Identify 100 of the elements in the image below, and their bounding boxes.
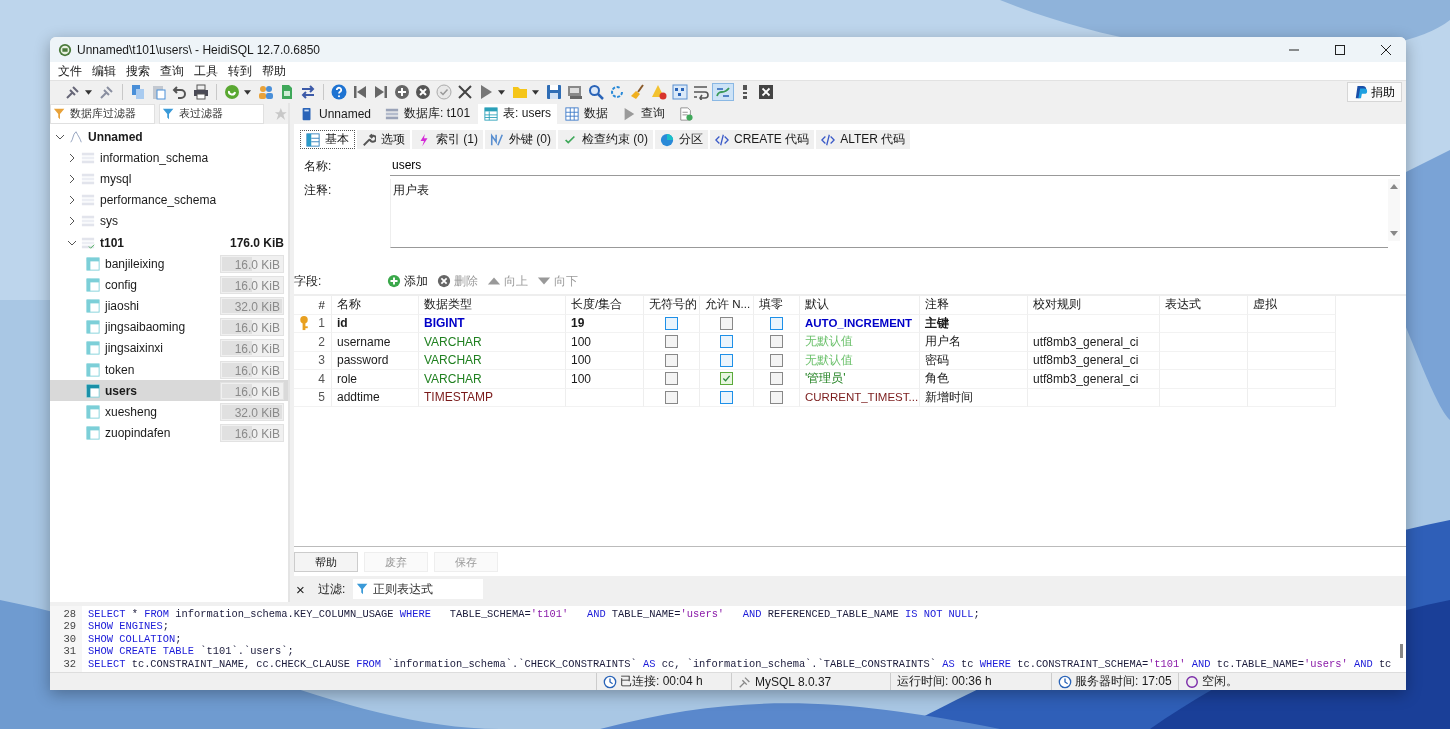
- chevron-icon[interactable]: [68, 174, 76, 183]
- tree-item[interactable]: Unnamed: [88, 129, 143, 144]
- row-number: 5: [318, 390, 325, 405]
- printer-icon[interactable]: [192, 83, 210, 101]
- warning-icon[interactable]: [650, 83, 668, 101]
- skip-back-icon[interactable]: [351, 83, 369, 101]
- search-icon[interactable]: [587, 83, 605, 101]
- tab[interactable]: Unnamed: [294, 103, 378, 124]
- tab[interactable]: CREATE 代码: [710, 130, 815, 149]
- tree-item[interactable]: token: [105, 362, 135, 377]
- tab[interactable]: 数据: [559, 103, 615, 124]
- copy-icon[interactable]: [129, 83, 147, 101]
- scrollbar[interactable]: [1388, 179, 1400, 241]
- format-icon[interactable]: [713, 84, 733, 100]
- clipboard-icon[interactable]: [150, 83, 168, 101]
- close-circle-icon[interactable]: [414, 83, 432, 101]
- caret-icon[interactable]: [498, 89, 505, 95]
- toolbar-button[interactable]: 添加: [385, 272, 430, 290]
- table-cell: 无默认值: [800, 333, 920, 352]
- tree-item[interactable]: jingsaibaoming: [105, 320, 186, 335]
- help-icon[interactable]: [330, 83, 348, 101]
- plus-icon[interactable]: [393, 83, 411, 101]
- caret-icon[interactable]: [85, 89, 92, 95]
- checkbox[interactable]: [720, 372, 733, 386]
- checkbox[interactable]: [720, 390, 733, 404]
- menu-item[interactable]: 帮助: [257, 62, 291, 80]
- chevron-icon[interactable]: [68, 153, 76, 162]
- tree-item[interactable]: users: [105, 383, 138, 398]
- column-header[interactable]: 校对规则: [1028, 296, 1160, 315]
- column-header[interactable]: 数据类型: [419, 296, 566, 315]
- tree-item[interactable]: xuesheng: [105, 405, 158, 420]
- checkbox[interactable]: [720, 353, 733, 367]
- users-icon[interactable]: [257, 83, 275, 101]
- column-header[interactable]: 注释: [920, 296, 1028, 315]
- caret-icon[interactable]: [244, 89, 251, 95]
- column-header[interactable]: 填零: [754, 296, 800, 315]
- tree-item[interactable]: mysql: [100, 171, 132, 186]
- tab[interactable]: 基本: [300, 130, 355, 149]
- check-icon[interactable]: [435, 83, 453, 101]
- tab[interactable]: ALTER 代码: [816, 130, 911, 149]
- star-icon[interactable]: [274, 106, 288, 121]
- tab[interactable]: 外键 (0): [485, 130, 556, 149]
- column-header[interactable]: 无符号的: [644, 296, 700, 315]
- tab[interactable]: 索引 (1): [412, 130, 483, 149]
- menu-item[interactable]: 查询: [155, 62, 189, 80]
- table-cell: 角色: [920, 370, 1028, 389]
- chevron-icon[interactable]: [68, 196, 76, 205]
- tree-item[interactable]: performance_schema: [100, 193, 217, 208]
- wrap-icon[interactable]: [692, 83, 710, 101]
- menu-item[interactable]: 文件: [53, 62, 87, 80]
- donate-button[interactable]: 捐助: [1347, 82, 1402, 102]
- column-header[interactable]: 虚拟: [1248, 296, 1336, 315]
- broom-icon[interactable]: [629, 83, 647, 101]
- tree-item[interactable]: jingsaixinxi: [105, 341, 164, 356]
- chevron-icon[interactable]: [56, 132, 64, 141]
- column-header[interactable]: 长度/集合: [566, 296, 644, 315]
- checkbox[interactable]: [720, 335, 733, 349]
- column-header[interactable]: 默认: [800, 296, 920, 315]
- tree-item[interactable]: zuopindafen: [105, 426, 171, 441]
- button[interactable]: 帮助: [294, 552, 358, 572]
- checkbox[interactable]: [665, 316, 678, 330]
- checkbox[interactable]: [770, 316, 783, 330]
- tab[interactable]: 表: users: [478, 103, 558, 124]
- tree-item[interactable]: config: [105, 277, 138, 292]
- tab[interactable]: 分区: [655, 130, 708, 149]
- chevron-icon[interactable]: [68, 238, 76, 247]
- save-icon[interactable]: [545, 83, 563, 101]
- skip-forward-icon[interactable]: [372, 83, 390, 101]
- menu-item[interactable]: 转到: [223, 62, 257, 80]
- tab[interactable]: 查询: [616, 103, 672, 124]
- tab[interactable]: 选项: [357, 130, 410, 149]
- tree-item[interactable]: t101: [100, 235, 125, 250]
- filter-field[interactable]: 表过滤器: [159, 103, 265, 124]
- caret-icon[interactable]: [532, 89, 539, 95]
- close-box-icon[interactable]: [757, 83, 775, 101]
- table-cell: VARCHAR: [419, 370, 566, 389]
- column-header[interactable]: 表达式: [1160, 296, 1248, 315]
- tree-item[interactable]: jiaoshi: [105, 299, 140, 314]
- column-header[interactable]: 名称: [332, 296, 419, 315]
- undo-icon[interactable]: [171, 83, 189, 101]
- scroll-up-icon[interactable]: [1390, 183, 1398, 189]
- tree-item[interactable]: banjileixing: [105, 256, 165, 271]
- column-header[interactable]: 允许 N...: [700, 296, 754, 315]
- filter-field[interactable]: 数据库过滤器: [50, 103, 156, 124]
- chevron-icon[interactable]: [68, 217, 76, 226]
- tree-item[interactable]: sys: [100, 214, 118, 229]
- menu-item[interactable]: 编辑: [87, 62, 121, 80]
- arrows-icon[interactable]: [299, 83, 317, 101]
- column-header[interactable]: #: [294, 296, 332, 315]
- tree-item[interactable]: information_schema: [100, 150, 209, 165]
- close-filter-button[interactable]: ×: [294, 580, 310, 598]
- refresh-icon[interactable]: [608, 83, 626, 101]
- tab[interactable]: 数据库: t101: [379, 103, 477, 124]
- tab[interactable]: 检查约束 (0): [558, 130, 653, 149]
- scroll-down-icon[interactable]: [1390, 231, 1398, 237]
- menu-item[interactable]: 工具: [189, 62, 223, 80]
- close-icon[interactable]: [456, 83, 474, 101]
- comment-field[interactable]: 用户表: [390, 179, 1388, 248]
- menu-item[interactable]: 搜索: [121, 62, 155, 80]
- filter-field[interactable]: 正则表达式: [353, 579, 484, 599]
